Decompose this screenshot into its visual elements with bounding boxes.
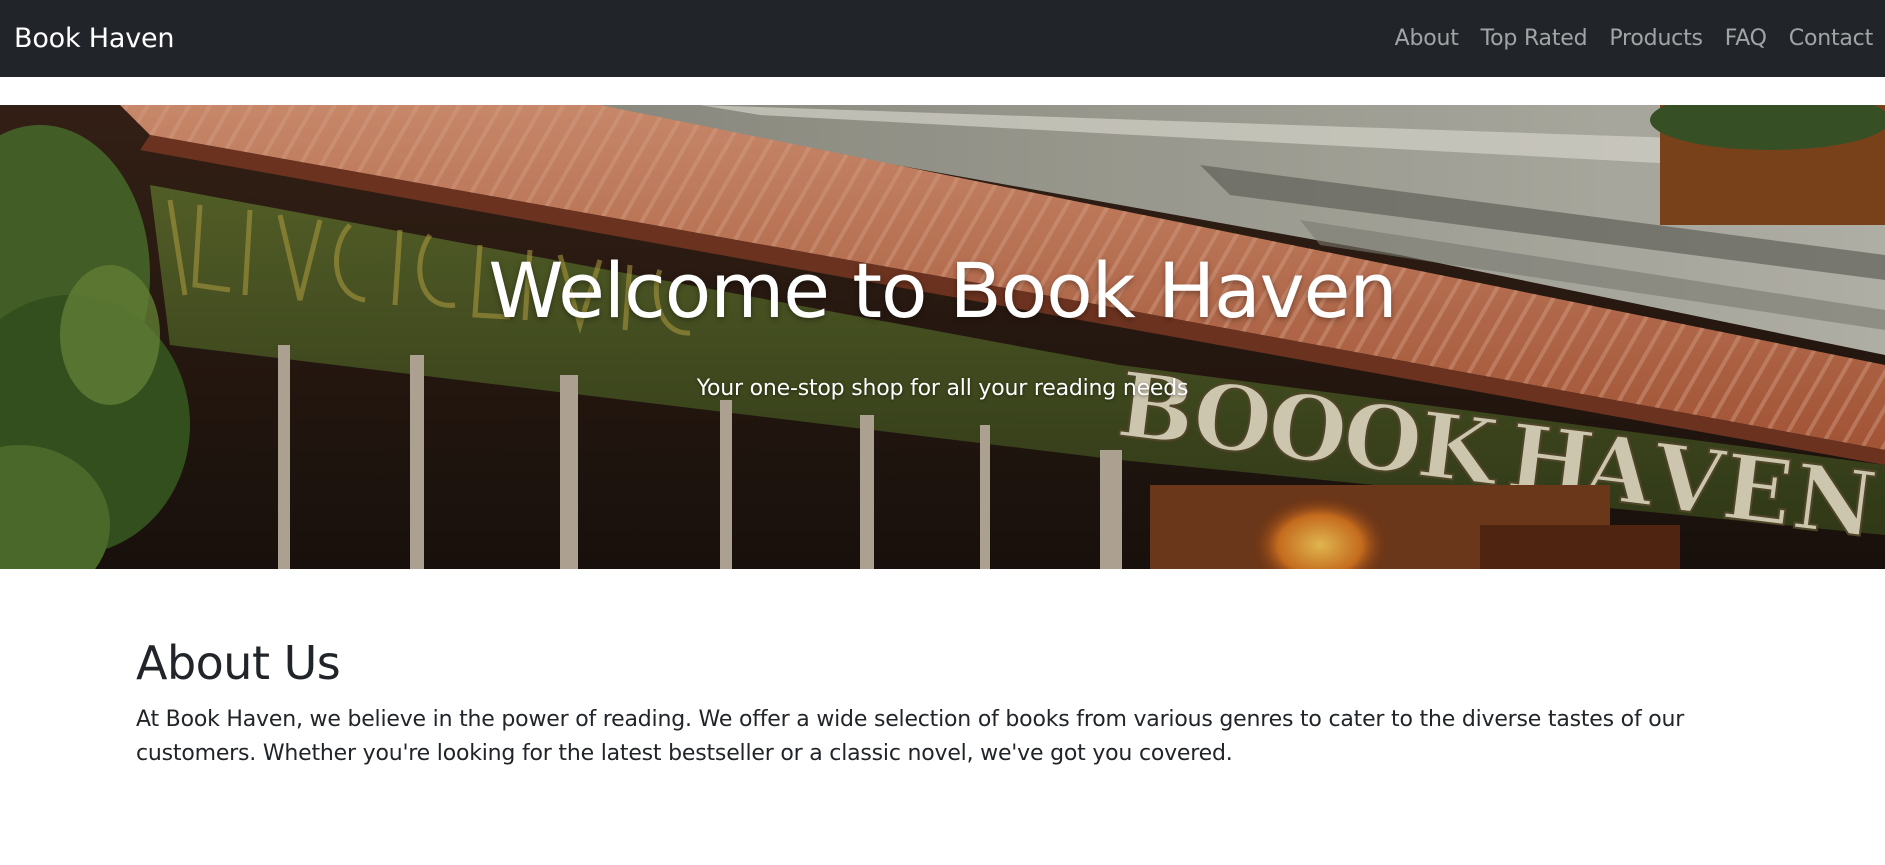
about-description: At Book Haven, we believe in the power o… [136, 707, 1685, 767]
hero-title: Welcome to Book Haven [488, 246, 1397, 335]
about-heading: About Us [136, 636, 341, 690]
nav-link-top-rated[interactable]: Top Rated [1470, 26, 1599, 51]
nav-links: About Top Rated Products FAQ Contact [1384, 26, 1874, 51]
top-navbar: Book Haven About Top Rated Products FAQ … [0, 0, 1885, 77]
hero-content: Welcome to Book Haven Your one-stop shop… [0, 105, 1885, 569]
hero-banner: B O O O K H A V E N Welcome to Book Have… [0, 105, 1885, 569]
nav-link-about[interactable]: About [1384, 26, 1470, 51]
hero-subtitle: Your one-stop shop for all your reading … [696, 376, 1189, 401]
nav-link-contact[interactable]: Contact [1778, 26, 1873, 51]
brand-logo-link[interactable]: Book Haven [14, 23, 175, 54]
nav-link-products[interactable]: Products [1598, 26, 1713, 51]
nav-link-faq[interactable]: FAQ [1714, 26, 1778, 51]
about-section: About Us At Book Haven, we believe in th… [136, 636, 1756, 771]
